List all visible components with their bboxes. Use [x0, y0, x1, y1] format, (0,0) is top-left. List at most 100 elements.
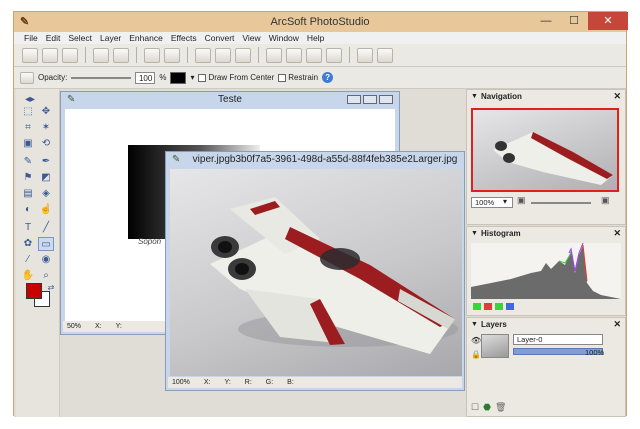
- collapse-icon[interactable]: ▼: [471, 227, 478, 240]
- chevron-down-icon[interactable]: ▾: [503, 197, 507, 206]
- menu-edit[interactable]: Edit: [42, 32, 65, 44]
- collapse-icon[interactable]: ▼: [471, 90, 478, 103]
- eraser-icon[interactable]: ◩: [38, 171, 54, 185]
- acquire-icon[interactable]: [195, 47, 211, 63]
- red-eye-icon[interactable]: ◉: [38, 253, 54, 267]
- help-icon[interactable]: ?: [322, 72, 334, 83]
- magic-wand-icon[interactable]: ✶: [38, 121, 54, 135]
- rotate-icon[interactable]: ⟲: [38, 137, 54, 151]
- layers-panel: ▼ Layers ✕ 👁 🔒 Layer-0 100% ☐ ⬣ 🗑: [466, 317, 626, 417]
- print-icon[interactable]: [164, 47, 180, 63]
- restrain-label: Restrain: [288, 73, 319, 82]
- zoom-out-icon[interactable]: ▣: [517, 195, 526, 206]
- luminosity-channel-icon[interactable]: [473, 303, 481, 310]
- export-icon[interactable]: [235, 47, 251, 63]
- doc-maximize-icon[interactable]: [363, 95, 377, 104]
- bucket-icon[interactable]: ◈: [38, 187, 54, 201]
- custom-shape-icon[interactable]: ✿: [20, 237, 36, 251]
- r-readout: R:: [244, 379, 252, 386]
- swap-colors-icon[interactable]: ⇄: [46, 283, 56, 293]
- frame-icon[interactable]: [326, 47, 342, 63]
- channel-selector: [473, 303, 514, 310]
- layer-thumbnail[interactable]: [481, 334, 509, 358]
- maximize-button[interactable]: ☐: [560, 12, 588, 30]
- import-icon[interactable]: [215, 47, 231, 63]
- line-icon[interactable]: ╱: [38, 221, 54, 235]
- pen-icon[interactable]: ✒: [38, 155, 54, 169]
- undo-icon[interactable]: [93, 47, 109, 63]
- foreground-color-swatch[interactable]: [26, 283, 42, 299]
- toolbar-divider: [85, 47, 86, 63]
- canvas-caption: Sopon: [138, 237, 162, 246]
- doc-minimize-icon[interactable]: [347, 95, 361, 104]
- new-layer-icon[interactable]: ☐: [471, 402, 479, 413]
- rectangle-shape-icon[interactable]: ▭: [38, 237, 54, 251]
- minimize-button[interactable]: —: [532, 12, 560, 30]
- x-readout: X:: [203, 379, 211, 386]
- shape-tool-icon[interactable]: [20, 71, 34, 84]
- fill-color-swatch[interactable]: [170, 71, 187, 84]
- layer-name-field[interactable]: Layer-0: [513, 334, 603, 345]
- zoom-slider[interactable]: [531, 202, 591, 204]
- menu-select[interactable]: Select: [64, 32, 96, 44]
- panel-header: ▼ Navigation ✕: [467, 90, 625, 103]
- crop-icon[interactable]: ⌗: [20, 121, 36, 135]
- smudge-icon[interactable]: ☝: [38, 203, 54, 217]
- red-channel-icon[interactable]: [484, 303, 492, 310]
- draw-from-center-checkbox[interactable]: Draw From Center: [198, 73, 274, 82]
- checkbox-icon: [278, 73, 287, 82]
- image-icon[interactable]: [266, 47, 282, 63]
- eyedropper-icon[interactable]: ⁄: [20, 253, 36, 267]
- delete-layer-icon[interactable]: 🗑: [495, 402, 506, 413]
- album-icon[interactable]: [286, 47, 302, 63]
- menu-convert[interactable]: Convert: [201, 32, 239, 44]
- save-icon[interactable]: [62, 47, 78, 63]
- eye-icon[interactable]: 👁: [471, 336, 481, 345]
- open-file-icon[interactable]: [42, 47, 58, 63]
- restrain-checkbox[interactable]: Restrain: [278, 73, 318, 82]
- status-bar: 100% X: Y: R: G: B:: [168, 377, 462, 388]
- gradient-icon[interactable]: ▤: [20, 187, 36, 201]
- menu-view[interactable]: View: [238, 32, 264, 44]
- merge-layer-icon[interactable]: ⬣: [483, 402, 491, 413]
- menu-help[interactable]: Help: [303, 32, 328, 44]
- close-icon[interactable]: ✕: [613, 227, 621, 240]
- email-icon[interactable]: [357, 47, 373, 63]
- green-channel-icon[interactable]: [495, 303, 503, 310]
- zoom-icon[interactable]: ⌕: [38, 269, 54, 283]
- menu-enhance[interactable]: Enhance: [125, 32, 167, 44]
- brush-icon[interactable]: ✎: [20, 155, 36, 169]
- clone-stamp-icon[interactable]: ⚑: [20, 171, 36, 185]
- spaceship-image: [210, 197, 458, 354]
- print-preview-icon[interactable]: [144, 47, 160, 63]
- zoom-in-icon[interactable]: ▣: [601, 195, 610, 206]
- collapse-icon[interactable]: ▼: [471, 318, 478, 331]
- close-icon[interactable]: ✕: [613, 90, 621, 103]
- navigator-preview[interactable]: [471, 108, 619, 192]
- hand-icon[interactable]: ✋: [20, 269, 36, 283]
- menu-window[interactable]: Window: [265, 32, 303, 44]
- menu-layer[interactable]: Layer: [96, 32, 125, 44]
- y-readout: Y:: [115, 323, 122, 330]
- blue-channel-icon[interactable]: [506, 303, 514, 310]
- new-file-icon[interactable]: [22, 47, 38, 63]
- lock-icon[interactable]: 🔒: [471, 350, 481, 359]
- opacity-slider[interactable]: [71, 76, 132, 79]
- zoom-level: 100%: [172, 379, 190, 386]
- text-icon[interactable]: T: [20, 221, 36, 235]
- slideshow-icon[interactable]: [306, 47, 322, 63]
- close-icon[interactable]: ✕: [613, 318, 621, 331]
- move-icon[interactable]: ✥: [38, 105, 54, 119]
- blur-icon[interactable]: ◐: [20, 203, 36, 217]
- marquee-icon[interactable]: ⬚: [20, 105, 36, 119]
- web-icon[interactable]: [377, 47, 393, 63]
- menu-effects[interactable]: Effects: [167, 32, 201, 44]
- chevron-down-icon[interactable]: ▾: [190, 73, 194, 82]
- redo-icon[interactable]: [113, 47, 129, 63]
- doc-close-icon[interactable]: [379, 95, 393, 104]
- canvas-area[interactable]: [170, 169, 462, 376]
- close-button[interactable]: ✕: [588, 12, 628, 30]
- menu-file[interactable]: File: [20, 32, 42, 44]
- opacity-input[interactable]: 100: [135, 71, 156, 84]
- transform-icon[interactable]: ▣: [20, 137, 36, 151]
